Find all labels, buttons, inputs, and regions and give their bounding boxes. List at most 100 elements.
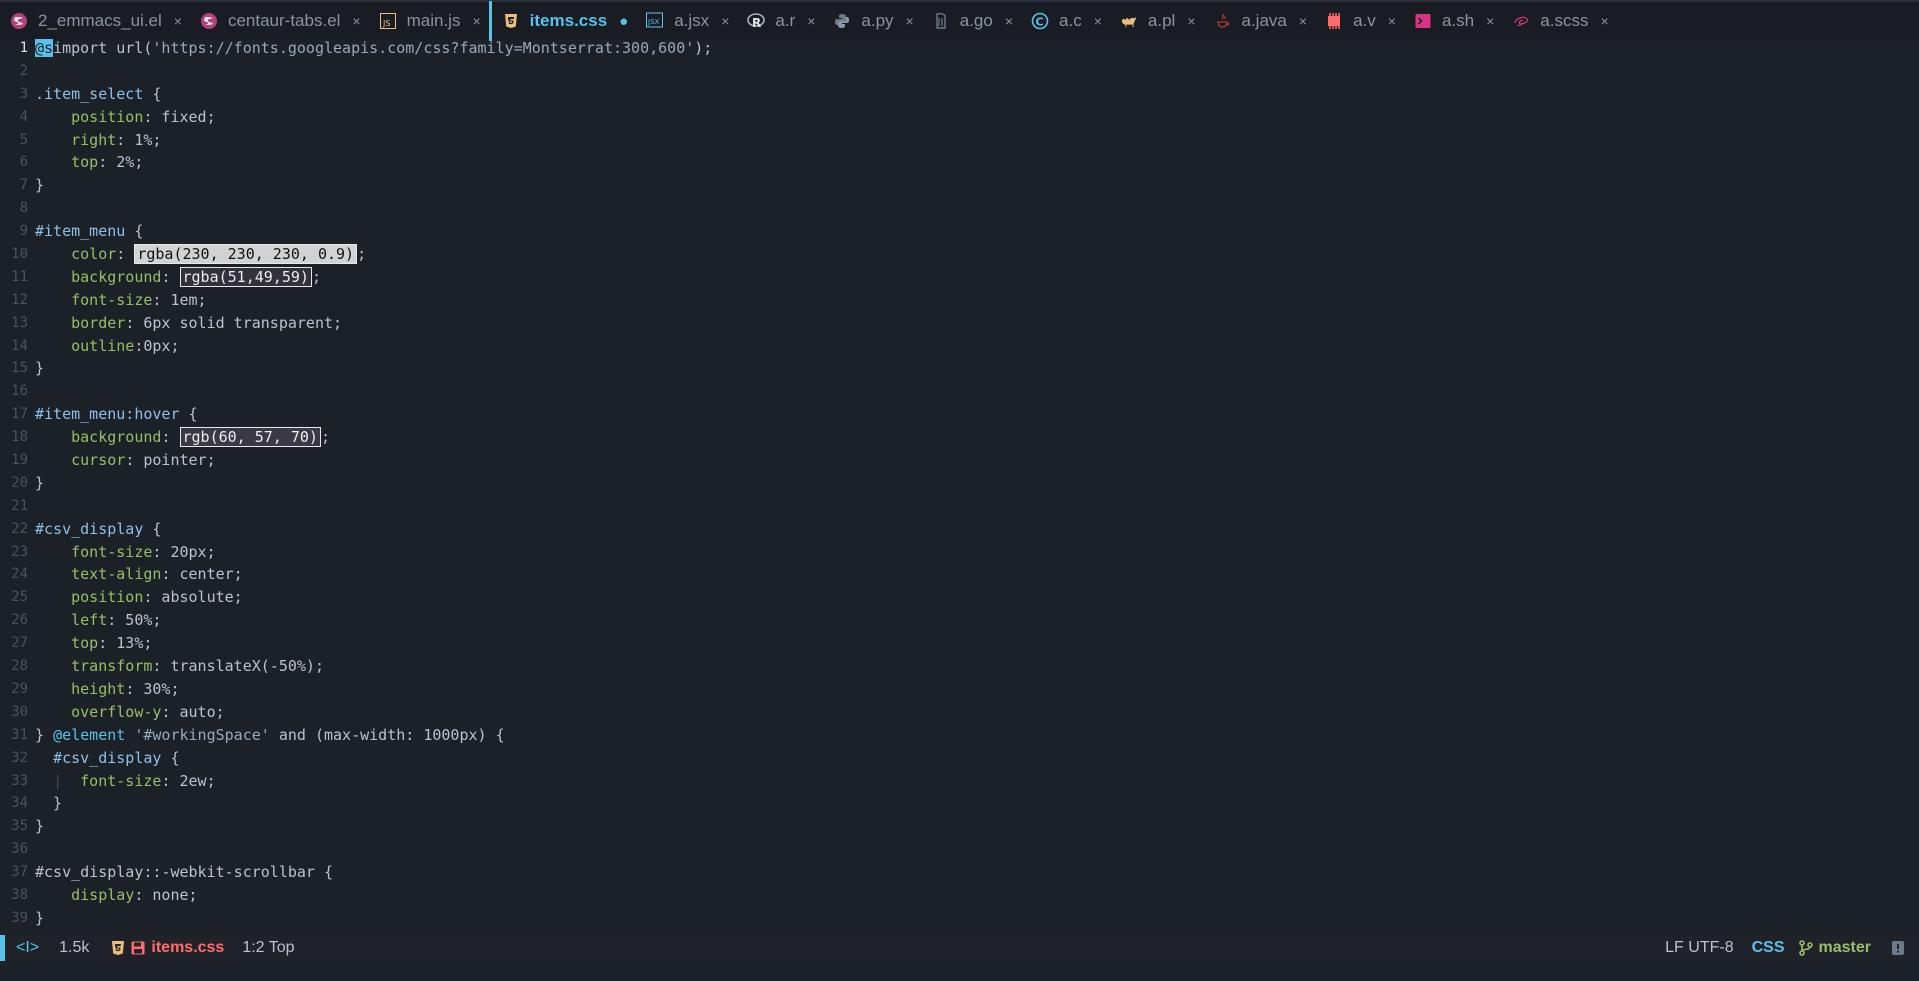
save-disk-icon[interactable] [131, 941, 145, 955]
code-line[interactable]: 18 background: rgb(60, 57, 70); [0, 426, 1919, 449]
code-line[interactable]: 27 top: 13%; [0, 632, 1919, 655]
close-icon[interactable]: × [1388, 13, 1396, 29]
tab-a-sh[interactable]: a.sh × [1404, 1, 1502, 41]
close-icon[interactable]: × [1005, 13, 1013, 29]
code-line[interactable]: 30 overflow-y: auto; [0, 701, 1919, 724]
code-line[interactable]: 12 font-size: 1em; [0, 289, 1919, 312]
encoding[interactable]: LF UTF-8 [1665, 939, 1733, 957]
tab-a-jsx[interactable]: JSX a.jsx × [636, 1, 737, 41]
code-line[interactable]: 13 border: 6px solid transparent; [0, 312, 1919, 335]
code-line[interactable]: 32 #csv_display { [0, 747, 1919, 770]
code-line[interactable]: 39} [0, 907, 1919, 930]
line-number: 17 [11, 406, 28, 423]
token-prop: left [71, 611, 108, 630]
close-icon[interactable]: × [1187, 13, 1195, 29]
token-val: { [125, 222, 144, 241]
code-line[interactable]: 11 background: rgba(51,49,59); [0, 266, 1919, 289]
token-sel: #item_menu [35, 222, 126, 241]
tab-a-py[interactable]: a.py × [823, 1, 921, 41]
code-line[interactable]: 28 transform: translateX(-50%); [0, 655, 1919, 678]
token-val: : 2%; [98, 153, 144, 172]
git-branch[interactable]: master [1819, 939, 1871, 957]
code-line[interactable]: 34 } [0, 792, 1919, 815]
close-icon[interactable]: × [472, 13, 480, 29]
code-line[interactable]: 3 .item_select { [0, 83, 1919, 106]
code-line[interactable]: 24 text-align: center; [0, 563, 1919, 586]
tab-a-java[interactable]: a.java × [1204, 1, 1316, 41]
r-icon: R [747, 12, 766, 30]
tab-a-go[interactable]: a.go × [922, 1, 1021, 41]
line-number: 8 [19, 200, 28, 217]
code-text: border: 6px solid transparent; [34, 312, 342, 335]
code-line[interactable]: 1 @simport url('https://fonts.googleapis.… [0, 37, 1919, 60]
line-number: 6 [19, 154, 28, 171]
tab-label: a.c [1059, 11, 1082, 30]
major-mode[interactable]: CSS [1752, 939, 1785, 957]
code-line[interactable]: 8 [0, 197, 1919, 220]
code-line[interactable]: 15} [0, 357, 1919, 380]
code-line[interactable]: 19 cursor: pointer; [0, 449, 1919, 472]
code-line[interactable]: 16 [0, 380, 1919, 403]
code-line[interactable]: 35} [0, 815, 1919, 838]
code-editor[interactable]: 1 @simport url('https://fonts.googleapis.… [0, 37, 1919, 930]
code-line[interactable]: 36 [0, 838, 1919, 861]
close-icon[interactable]: × [1486, 13, 1494, 29]
python-icon [833, 12, 851, 30]
code-line[interactable]: 21 [0, 495, 1919, 518]
line-number: 37 [11, 864, 28, 881]
code-line[interactable]: 9 #item_menu { [0, 220, 1919, 243]
tab-2-emmacs-ui-el[interactable]: 2_emmacs_ui.el × [0, 1, 190, 41]
code-line[interactable]: 23 font-size: 20px; [0, 541, 1919, 564]
line-number: 19 [11, 452, 28, 469]
token-val [35, 245, 71, 263]
tab-a-scss[interactable]: a.scss × [1502, 1, 1616, 41]
tab-a-pl[interactable]: a.pl × [1110, 1, 1204, 41]
color-swatch: rgba(230, 230, 230, 0.9) [134, 244, 358, 265]
code-line[interactable]: 5 right: 1%; [0, 129, 1919, 152]
line-number: 11 [11, 268, 28, 285]
tab-centaur-tabs-el[interactable]: centaur-tabs.el × [190, 1, 369, 41]
line-number: 26 [11, 612, 28, 629]
close-icon[interactable]: × [807, 13, 815, 29]
tab-a-c[interactable]: Ca.c × [1021, 1, 1110, 41]
code-line[interactable]: 7} [0, 174, 1919, 197]
token-prop: top [71, 153, 99, 172]
close-icon[interactable]: × [906, 13, 914, 29]
css-icon [502, 12, 520, 30]
code-line[interactable]: 20} [0, 472, 1919, 495]
buffer-name[interactable]: items.css [151, 939, 224, 957]
code-text: text-align: center; [34, 563, 243, 586]
code-line[interactable]: 17 #item_menu:hover { [0, 403, 1919, 426]
minibuffer[interactable] [0, 961, 1919, 981]
notification-icon[interactable] [1891, 940, 1905, 956]
close-icon[interactable]: × [1299, 13, 1307, 29]
line-number: 23 [11, 543, 28, 560]
close-icon[interactable]: × [1094, 13, 1102, 29]
code-line[interactable]: 25 position: absolute; [0, 586, 1919, 609]
code-line[interactable]: 10 color: rgba(230, 230, 230, 0.9); [0, 243, 1919, 266]
code-line[interactable]: 14 outline:0px; [0, 335, 1919, 358]
code-line[interactable]: 2 [0, 60, 1919, 83]
code-line[interactable]: 31} @element '#workingSpace' and (max-wi… [0, 724, 1919, 747]
code-text: @simport url('https://fonts.googleapis.c… [34, 37, 712, 60]
token-prop: color [71, 245, 117, 264]
code-line[interactable]: 6 top: 2%; [0, 151, 1919, 174]
code-line[interactable]: 4 position: fixed; [0, 106, 1919, 129]
tab-a-r[interactable]: Ra.r × [737, 1, 823, 41]
close-icon[interactable]: × [174, 13, 182, 29]
code-line[interactable]: 33 | font-size: 2ew; [0, 770, 1919, 793]
tab-items-css[interactable]: items.css ● [488, 1, 637, 41]
token-prop: top [71, 634, 99, 653]
code-line[interactable]: 22 #csv_display { [0, 518, 1919, 541]
tab-main-js[interactable]: JS main.js × [369, 1, 489, 41]
line-number: 22 [11, 520, 28, 537]
close-icon[interactable]: × [352, 13, 360, 29]
close-icon[interactable]: × [1600, 13, 1608, 29]
code-line[interactable]: 26 left: 50%; [0, 609, 1919, 632]
modified-dot-icon[interactable]: ● [619, 13, 628, 30]
tab-a-v[interactable]: a.v × [1315, 1, 1404, 41]
code-line[interactable]: 37 #csv_display::-webkit-scrollbar { [0, 861, 1919, 884]
code-line[interactable]: 29 height: 30%; [0, 678, 1919, 701]
code-line[interactable]: 38 display: none; [0, 884, 1919, 907]
close-icon[interactable]: × [721, 13, 729, 29]
